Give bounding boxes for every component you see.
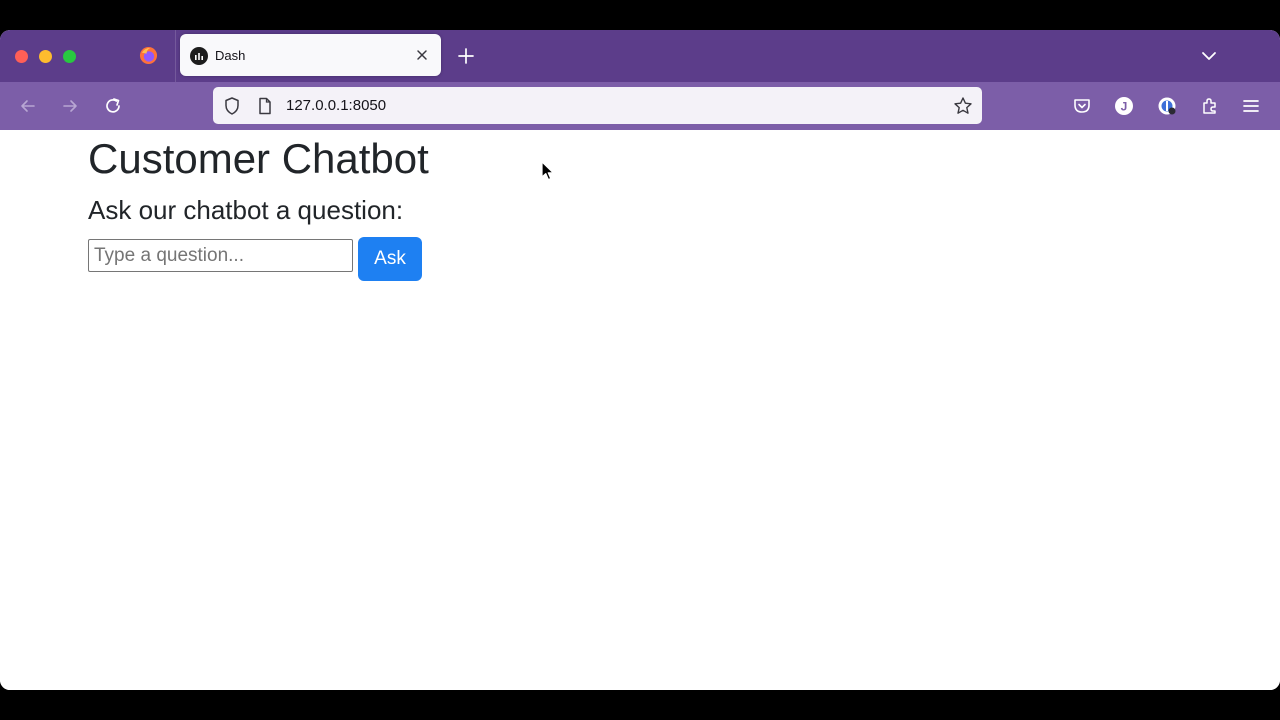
firefox-icon[interactable] [139,46,158,65]
account-initial: J [1121,100,1128,114]
page-subtitle: Ask our chatbot a question: [88,195,404,225]
tab-dash[interactable]: Dash [180,34,441,76]
reload-icon[interactable] [103,96,123,116]
address-bar[interactable]: 127.0.0.1:8050 [213,87,982,124]
close-icon[interactable] [413,46,431,64]
back-arrow-icon[interactable] [18,96,38,116]
extension-badge-icon[interactable] [1157,96,1177,116]
hamburger-menu-icon[interactable] [1241,96,1261,116]
mouse-cursor-icon [541,161,554,181]
minimize-window-button[interactable] [39,50,52,63]
chevron-down-icon[interactable] [1199,46,1219,66]
forward-arrow-icon[interactable] [60,96,80,116]
browser-window: Dash 127.0.0.1:8050 J Customer Chatbot A… [0,30,1280,690]
plus-icon[interactable] [456,46,476,66]
page-icon[interactable] [255,96,275,116]
tab-strip: Dash [0,30,1280,82]
star-icon[interactable] [953,96,973,116]
page-title: Customer Chatbot [88,135,429,182]
question-input[interactable] [88,239,353,272]
tab-title: Dash [215,48,246,63]
zoom-window-button[interactable] [63,50,76,63]
pocket-icon[interactable] [1072,96,1092,116]
nav-toolbar: 127.0.0.1:8050 J [0,82,1280,130]
close-window-button[interactable] [15,50,28,63]
dash-favicon-icon [190,47,208,65]
ask-button[interactable]: Ask [358,237,422,281]
tab-divider [175,30,176,82]
puzzle-icon[interactable] [1200,96,1220,116]
page-content: Customer Chatbot Ask our chatbot a quest… [0,130,1280,690]
account-icon[interactable]: J [1114,96,1134,116]
shield-icon[interactable] [222,96,242,116]
url-text[interactable]: 127.0.0.1:8050 [286,97,386,115]
